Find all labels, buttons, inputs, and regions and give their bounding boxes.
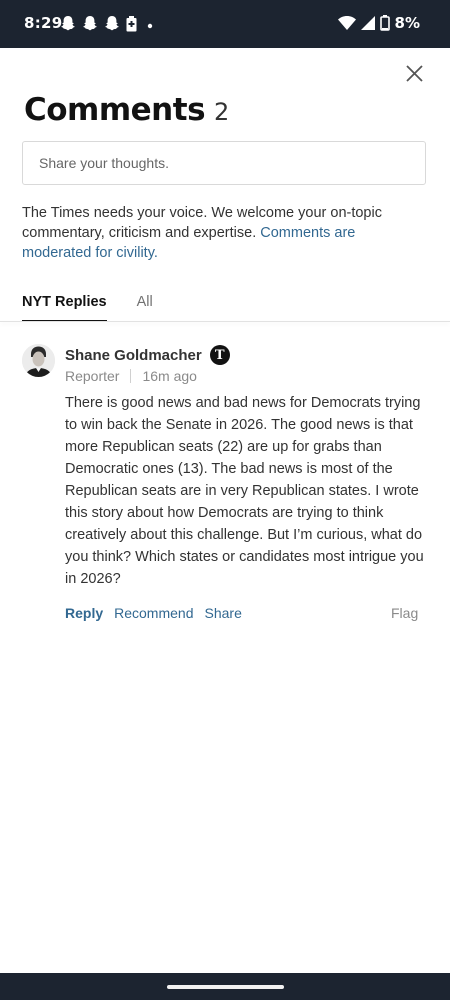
author-photo [22,344,55,377]
comment-count: 2 [214,98,230,126]
snapchat-icon [83,16,97,31]
page-title: Comments [24,92,206,128]
battery-percent: 8% [394,14,420,32]
status-bar: 8:29 8% [0,0,450,48]
comment-text: There is good news and bad news for Demo… [65,395,424,587]
meta-separator [130,369,132,383]
comments-header: Comments 2 [24,92,229,128]
tab-all[interactable]: All [137,294,153,322]
notification-icons [60,15,157,32]
system-status: 8% [337,14,420,32]
recommend-button[interactable]: Recommend [114,605,193,621]
battery-saver-icon [126,15,137,31]
status-time: 8:29 [24,14,63,32]
avatar[interactable] [22,344,55,377]
reply-button[interactable]: Reply [65,605,103,621]
flag-button[interactable]: Flag [391,605,418,621]
comment-actions: Reply Recommend Share [65,605,242,621]
cellular-signal-icon [360,16,375,30]
navigation-bar [0,973,450,1000]
tabs-divider [0,321,450,322]
nyt-logo-icon: T [209,345,230,365]
snapchat-icon [105,16,119,31]
battery-icon [379,15,390,31]
tab-nyt-replies[interactable]: NYT Replies [22,294,107,322]
snapchat-icon [61,16,75,31]
close-icon[interactable] [402,62,426,86]
comment-input[interactable] [22,141,426,185]
comment-author: Shane Goldmacher T [65,345,230,365]
comment-timestamp: 16m ago [142,368,197,384]
wifi-icon [337,16,356,30]
comment-meta: Reporter 16m ago [65,368,197,384]
author-name[interactable]: Shane Goldmacher [65,347,202,364]
comment-tabs: NYT Replies All [22,294,153,322]
author-role: Reporter [65,368,120,384]
share-button[interactable]: Share [205,605,242,621]
dot-icon [147,23,153,28]
comment-guidelines: The Times needs your voice. We welcome y… [22,203,422,263]
home-gesture-handle[interactable] [167,985,284,989]
